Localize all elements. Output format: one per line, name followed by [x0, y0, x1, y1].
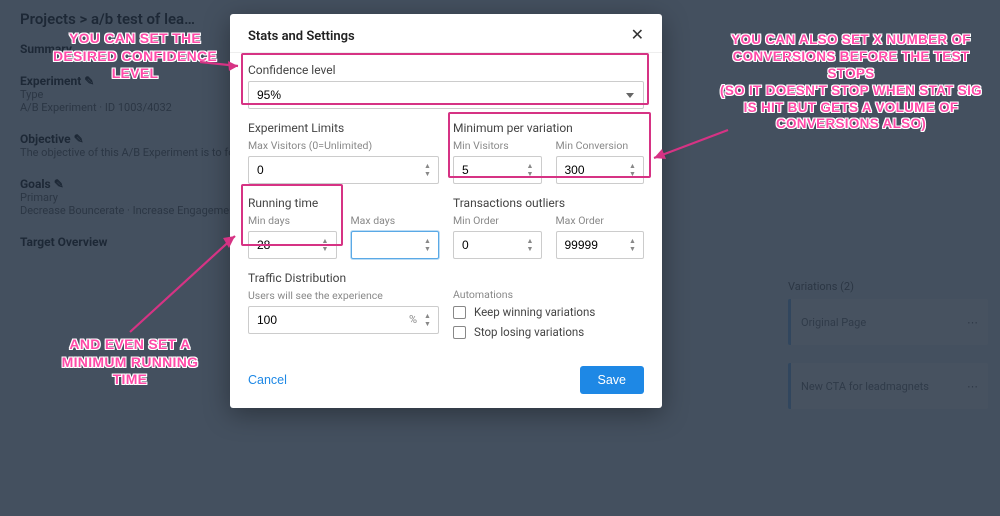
min-visitors-input[interactable]: [453, 156, 542, 184]
stop-losing-label: Stop losing variations: [474, 325, 584, 339]
min-order-label: Min Order: [453, 214, 542, 227]
traffic-sub: Users will see the experience: [248, 289, 439, 302]
max-visitors-input[interactable]: [248, 156, 439, 184]
min-days-input[interactable]: [248, 231, 337, 259]
stats-settings-modal: Stats and Settings ✕ Confidence level 95…: [230, 14, 662, 408]
automations-label: Automations: [453, 288, 644, 301]
save-button[interactable]: Save: [580, 366, 645, 394]
modal-title: Stats and Settings: [248, 29, 355, 44]
running-time-label: Running time: [248, 196, 439, 210]
min-days-label: Min days: [248, 214, 337, 227]
transaction-outliers-label: Transactions outliers: [453, 196, 644, 210]
min-per-variation-label: Minimum per variation: [453, 121, 644, 135]
keep-winning-checkbox[interactable]: [453, 306, 466, 319]
annotation-running-time: AND EVEN SET A MINIMUM RUNNING TIME: [45, 336, 215, 389]
close-button[interactable]: ✕: [631, 28, 644, 44]
min-order-input[interactable]: [453, 231, 542, 259]
min-conversion-input[interactable]: [556, 156, 645, 184]
cancel-button[interactable]: Cancel: [248, 373, 287, 387]
confidence-select[interactable]: 95%: [248, 81, 644, 109]
annotation-conversions: YOU CAN ALSO SET X NUMBER OF CONVERSIONS…: [716, 32, 986, 133]
traffic-distribution-label: Traffic Distribution: [248, 271, 439, 285]
max-days-input[interactable]: [351, 231, 440, 259]
max-visitors-label: Max Visitors (0=Unlimited): [248, 139, 439, 152]
experiment-limits-label: Experiment Limits: [248, 121, 439, 135]
keep-winning-label: Keep winning variations: [474, 305, 595, 319]
stop-losing-checkbox[interactable]: [453, 326, 466, 339]
min-conversion-label: Min Conversion: [556, 139, 645, 152]
max-order-input[interactable]: [556, 231, 645, 259]
percent-suffix: %: [409, 313, 417, 326]
annotation-confidence: YOU CAN SET THE DESIRED CONFIDENCE LEVEL: [40, 30, 230, 83]
confidence-label: Confidence level: [248, 63, 644, 77]
max-order-label: Max Order: [556, 214, 645, 227]
max-days-label: Max days: [351, 214, 440, 227]
min-visitors-label: Min Visitors: [453, 139, 542, 152]
close-icon: ✕: [631, 27, 644, 44]
